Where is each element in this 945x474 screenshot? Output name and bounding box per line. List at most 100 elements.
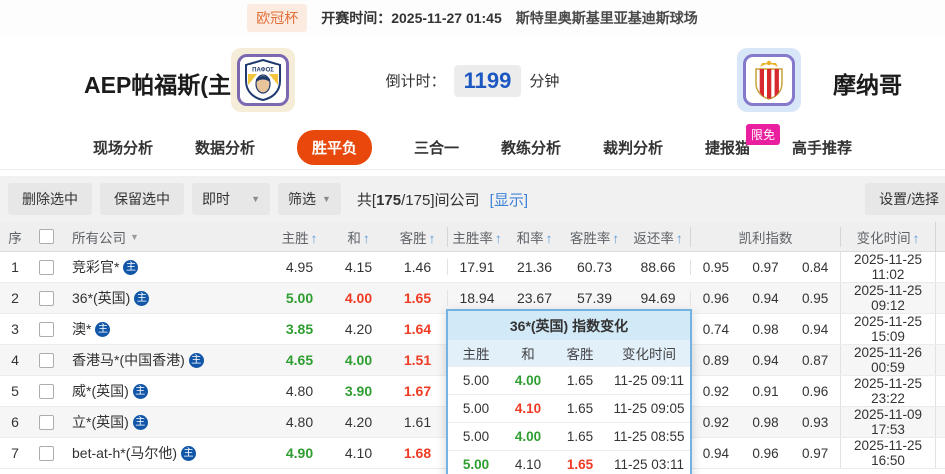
count-prefix: 共[ <box>356 191 377 209</box>
company-cell[interactable]: bet-at-h*(马尔他) 主 <box>62 443 270 463</box>
match-info-bar: 欧冠杯 开赛时间：2025-11-27 01:45 斯特里奥斯基里亚基迪斯球场 <box>0 0 945 36</box>
away-odds-cell: 1.68 <box>403 445 432 461</box>
kelly-draw: 0.96 <box>752 445 779 461</box>
company-cell[interactable]: 竞彩官* 主 <box>62 257 270 277</box>
row-checkbox-cell <box>30 414 62 431</box>
company-cell[interactable]: 威*(英国) 主 <box>62 381 270 401</box>
company-cell[interactable]: 立*(英国) 主 <box>62 412 270 432</box>
show-link[interactable]: [显示] <box>490 192 528 209</box>
odds-toolbar: 删除选中 保留选中 即时 ▼ 筛选 ▼ 共[175/175]间公司 [显示] 设… <box>0 176 945 222</box>
company-cell[interactable]: 36*(英国) 主 <box>62 288 270 308</box>
kelly-away: 0.84 <box>802 259 829 275</box>
caret-down-icon: ▼ <box>130 231 139 242</box>
row-index: 6 <box>11 414 19 430</box>
kelly-cell: 0.74 0.98 0.94 <box>690 321 840 337</box>
tab-win-draw-lose[interactable]: 胜平负 <box>296 129 372 165</box>
extra-cell <box>935 283 945 313</box>
tab-three-in-one[interactable]: 三合一 <box>414 137 459 158</box>
company-cell[interactable]: 香港马*(中国香港) 主 <box>62 350 270 370</box>
away-odds-cell: 1.67 <box>403 383 432 399</box>
header-company[interactable]: 所有公司 ▼ <box>62 227 270 247</box>
tab-referee-analysis[interactable]: 裁判分析 <box>603 137 663 158</box>
change-time-cell: 2025-11-25 16:50 <box>840 438 935 468</box>
tab-coach-analysis[interactable]: 教练分析 <box>501 137 561 158</box>
tab-jiebao-label: 捷报猫 <box>705 139 751 157</box>
extra-cell <box>935 438 945 468</box>
change-time-cell: 2025-11-25 09:12 <box>840 283 935 313</box>
tab-live-analysis[interactable]: 现场分析 <box>93 137 153 158</box>
change-time-cell: 2025-11-09 17:53 <box>840 407 935 437</box>
league-badge: 欧冠杯 <box>247 4 308 32</box>
home-odds-cell: 4.65 <box>285 352 314 368</box>
change-time-cell: 2025-11-25 15:09 <box>840 314 935 344</box>
row-checkbox-cell <box>30 445 62 462</box>
kelly-cell: 0.96 0.94 0.95 <box>690 290 840 306</box>
popup-draw-odds: 4.00 <box>514 429 542 444</box>
host-badge-icon: 主 <box>132 383 148 399</box>
analysis-tabs: 现场分析 数据分析 胜平负 三合一 教练分析 裁判分析 捷报猫 限免 高手推荐 <box>0 123 945 170</box>
row-checkbox[interactable] <box>38 446 54 462</box>
select-all-checkbox[interactable] <box>38 229 54 245</box>
keep-selected-button[interactable]: 保留选中 <box>100 183 184 215</box>
countdown-value: 1199 <box>453 64 522 97</box>
header-home-rate-label: 主胜率 <box>452 230 493 246</box>
header-away-rate-label: 客胜率 <box>569 230 611 246</box>
draw-odds-cell: 4.20 <box>344 414 373 430</box>
header-return-rate[interactable]: 返还率 ↑ <box>626 227 690 247</box>
extra-cell <box>935 252 945 282</box>
kelly-draw: 0.98 <box>752 414 779 430</box>
sort-up-icon: ↑ <box>362 230 370 246</box>
extra-cell <box>935 407 945 437</box>
instant-odds-label: 即时 <box>202 191 230 207</box>
header-draw-odds[interactable]: 和 ↑ <box>329 227 388 247</box>
header-away-rate[interactable]: 客胜率 ↑ <box>563 227 626 247</box>
kelly-away: 0.96 <box>802 383 829 399</box>
tab-data-analysis[interactable]: 数据分析 <box>195 137 255 158</box>
home-team-name: AEP帕福斯(主) <box>84 72 239 98</box>
popup-row: 5.00 4.10 1.65 11-25 03:11 <box>448 450 690 474</box>
tab-expert-picks[interactable]: 高手推荐 <box>792 137 852 158</box>
draw-odds-cell: 4.00 <box>344 352 373 368</box>
host-badge-icon: 主 <box>95 321 111 337</box>
filter-dropdown[interactable]: 筛选 ▼ <box>278 183 341 215</box>
header-draw-label: 和 <box>347 230 361 246</box>
popup-home-odds: 5.00 <box>462 457 490 472</box>
caret-down-icon: ▼ <box>322 194 331 204</box>
draw-odds-cell: 4.20 <box>344 321 373 337</box>
row-checkbox[interactable] <box>38 353 54 369</box>
home-odds-cell: 5.00 <box>285 290 314 306</box>
header-home-rate[interactable]: 主胜率 ↑ <box>447 226 506 247</box>
settings-select-button[interactable]: 设置/选择 <box>865 183 945 215</box>
row-checkbox[interactable] <box>38 260 54 276</box>
popup-change-time: 11-25 09:11 <box>613 373 685 388</box>
header-home-odds[interactable]: 主胜 ↑ <box>270 227 329 247</box>
row-checkbox[interactable] <box>38 415 54 431</box>
delete-selected-button[interactable]: 删除选中 <box>8 183 92 215</box>
sort-up-icon: ↑ <box>545 230 553 246</box>
row-checkbox[interactable] <box>38 384 54 400</box>
kelly-home: 0.92 <box>702 414 729 430</box>
venue-name: 斯特里奥斯基里亚基迪斯球场 <box>515 10 698 26</box>
popup-away-odds: 1.65 <box>566 373 594 388</box>
kelly-home: 0.74 <box>702 321 729 337</box>
header-change-time[interactable]: 变化时间 ↑ <box>840 226 935 247</box>
pafos-crest-icon: ΠΑΦΟΣ <box>237 54 289 106</box>
row-checkbox[interactable] <box>38 322 54 338</box>
away-odds-cell: 1.64 <box>403 321 432 337</box>
host-badge-icon: 主 <box>181 445 197 461</box>
header-draw-rate[interactable]: 和率 ↑ <box>506 227 563 247</box>
header-kelly-index: 凯利指数 <box>690 226 840 247</box>
kelly-home: 0.95 <box>702 259 729 275</box>
company-cell[interactable]: 澳* 主 <box>62 319 270 339</box>
popup-title: 36*(英国) 指数变化 <box>448 311 690 340</box>
instant-odds-dropdown[interactable]: 即时 ▼ <box>192 183 270 215</box>
header-away-odds[interactable]: 客胜 ↑ <box>388 227 447 247</box>
row-checkbox-cell <box>30 321 62 338</box>
popup-row: 5.00 4.10 1.65 11-25 09:05 <box>448 394 690 422</box>
extra-cell <box>935 314 945 344</box>
row-checkbox[interactable] <box>38 291 54 307</box>
odds-change-popup: 36*(英国) 指数变化 主胜 和 客胜 变化时间 5.00 4.00 1.65… <box>446 309 692 474</box>
draw-rate-cell: 23.67 <box>516 290 553 306</box>
company-name: 澳* <box>72 321 92 337</box>
tab-jiebao-cat[interactable]: 捷报猫 限免 <box>705 123 781 158</box>
